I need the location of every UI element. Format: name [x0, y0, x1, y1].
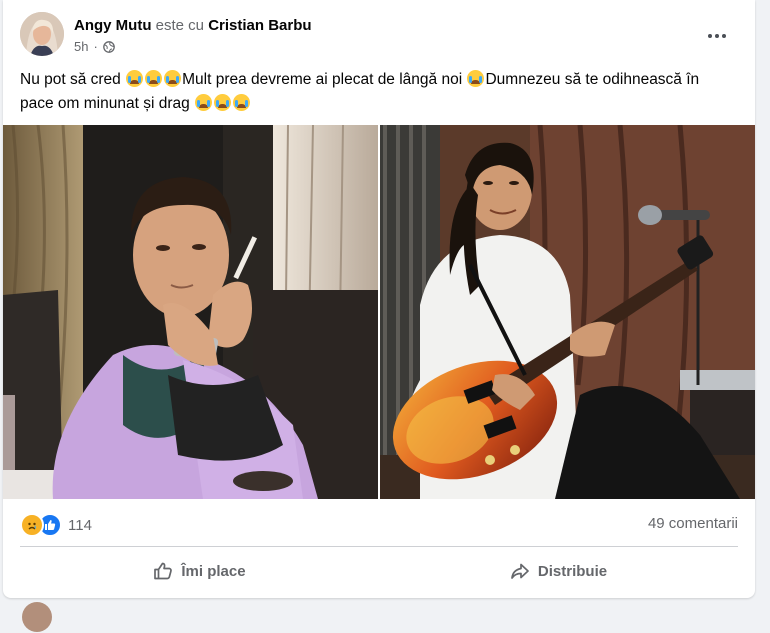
share-button[interactable]: Distribuie: [379, 552, 738, 590]
photo-man-with-cigarette[interactable]: [3, 125, 378, 499]
crying-face-emoji: [195, 94, 213, 111]
reactions-summary[interactable]: 114: [20, 513, 92, 537]
photo-guitarist[interactable]: [380, 125, 755, 499]
post-text-part-2: Mult prea devreme ai plecat de lângă noi: [182, 71, 463, 88]
sad-reaction-icon: [20, 513, 44, 537]
post-card: Angy Mutu este cu Cristian Barbu 5h · Nu…: [3, 0, 755, 598]
like-button-label: Îmi place: [181, 562, 246, 580]
tagged-name[interactable]: Cristian Barbu: [208, 17, 311, 34]
post-photos: [3, 125, 755, 499]
crying-face-emoji: [126, 70, 144, 87]
post-time[interactable]: 5h: [74, 39, 88, 54]
like-button[interactable]: Îmi place: [20, 552, 379, 590]
post-header: Angy Mutu este cu Cristian Barbu 5h ·: [20, 12, 741, 60]
post-stats: 114 49 comentarii: [20, 510, 738, 537]
post-meta: 5h ·: [74, 39, 115, 54]
actions-divider: [20, 546, 738, 547]
crying-face-emoji: [145, 70, 163, 87]
author-avatar-image: [20, 12, 64, 56]
crying-face-emoji: [214, 94, 232, 111]
post-author-line: Angy Mutu este cu Cristian Barbu: [74, 17, 312, 34]
thumbs-up-icon: [154, 562, 173, 580]
post-actions: Îmi place Distribuie: [20, 552, 738, 590]
crying-face-emoji: [164, 70, 182, 87]
post-text-part-1: Nu pot să cred: [20, 71, 121, 88]
reaction-count: 114: [68, 516, 92, 534]
comment-avatar: [22, 602, 52, 632]
crying-face-emoji: [467, 70, 485, 87]
author-name[interactable]: Angy Mutu: [74, 17, 151, 34]
photo-guitarist-image: [380, 125, 755, 499]
author-avatar[interactable]: [20, 12, 64, 56]
share-button-label: Distribuie: [537, 562, 608, 580]
photo-man-with-cigarette-image: [3, 125, 378, 499]
with-word: este cu: [155, 17, 205, 34]
comment-input[interactable]: [62, 603, 238, 633]
more-dots-icon: [708, 34, 726, 38]
globe-icon[interactable]: [102, 40, 115, 53]
post-text: Nu pot să cred Mult prea devreme ai plec…: [20, 68, 735, 116]
crying-face-emoji: [233, 94, 251, 111]
share-arrow-icon: [511, 563, 529, 579]
dot-separator: ·: [93, 39, 98, 54]
more-options-button[interactable]: [703, 22, 731, 50]
comments-count-link[interactable]: 49 comentarii: [648, 515, 738, 532]
